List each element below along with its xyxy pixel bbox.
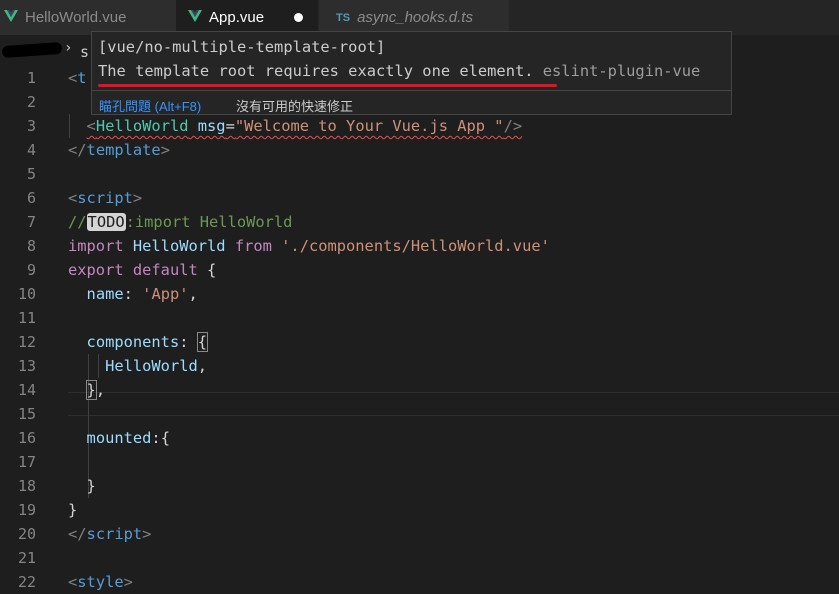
- matching-bracket: }: [85, 380, 97, 400]
- peek-problem-link[interactable]: 瞄孔問題 (Alt+F8): [99, 96, 201, 115]
- vue-logo-icon: [188, 9, 202, 26]
- code-line: //TODO:import HelloWorld: [68, 213, 293, 231]
- code-line: export default {: [68, 261, 217, 279]
- line-number: 7: [26, 213, 36, 231]
- tab-label: async_hooks.d.ts: [357, 9, 473, 26]
- line-number: 17: [17, 453, 36, 471]
- tab-app-vue[interactable]: App.vue: [176, 0, 318, 35]
- line-number: 21: [17, 549, 36, 567]
- line-number: 13: [17, 357, 36, 375]
- todo-highlight: TODO: [86, 213, 126, 231]
- tab-label: App.vue: [209, 9, 265, 26]
- editor-tab-bar: HelloWorld.vue App.vue TS async_hooks.d.…: [0, 0, 839, 35]
- code-line: }: [68, 501, 78, 519]
- code-line: components: {: [86, 332, 209, 352]
- line-number: 11: [17, 309, 36, 327]
- tab-label: HelloWorld.vue: [25, 9, 127, 26]
- matching-bracket: {: [196, 332, 209, 352]
- code-line: </template>: [68, 141, 170, 159]
- code-line: name: 'App',: [86, 285, 198, 303]
- line-number: 22: [17, 573, 36, 591]
- line-number: 6: [26, 189, 36, 207]
- code-line: mounted:{: [86, 429, 170, 447]
- code-line: }: [68, 477, 96, 495]
- lint-message: The template root requires exactly one e…: [98, 62, 700, 80]
- line-number: 15: [17, 405, 36, 423]
- chevron-right-icon: ›: [64, 40, 73, 56]
- line-number: 18: [17, 477, 36, 495]
- code-line: import HelloWorld from './components/Hel…: [68, 237, 550, 255]
- code-line: <HelloWorld msg="Welcome to Your Vue.js …: [86, 117, 523, 135]
- line-number: 16: [17, 429, 36, 447]
- tab-helloworld-vue[interactable]: HelloWorld.vue: [0, 0, 176, 35]
- line-number: 12: [17, 333, 36, 351]
- current-line-highlight: [68, 392, 839, 416]
- line-number: 4: [26, 141, 36, 159]
- hover-status-bar: 瞄孔問題 (Alt+F8) 沒有可用的快速修正: [92, 90, 731, 115]
- code-line: },: [85, 380, 106, 400]
- line-number: 19: [17, 501, 36, 519]
- lint-source: eslint-plugin-vue: [533, 62, 701, 80]
- lint-rule-name: [vue/no-multiple-template-root]: [98, 38, 386, 56]
- lint-message-text: The template root requires exactly one e…: [98, 62, 534, 80]
- ts-file-icon: TS: [336, 11, 351, 24]
- code-line: </script>: [68, 525, 152, 543]
- code-line: <script>: [68, 189, 143, 207]
- line-number: 1: [26, 69, 36, 87]
- line-number: 14: [17, 381, 36, 399]
- line-number: 20: [17, 525, 36, 543]
- line-number: 10: [17, 285, 36, 303]
- code-line: HelloWorld,: [105, 357, 208, 375]
- code-line: <style>: [68, 573, 133, 591]
- line-number: 2: [26, 93, 36, 111]
- unsaved-dot-icon[interactable]: [294, 13, 303, 22]
- annotation-underline: [98, 84, 557, 87]
- code-line: <t: [68, 69, 87, 87]
- line-number: 9: [26, 261, 36, 279]
- code-editor[interactable]: 1 2 3 4 5 6 7 8 9 10 11 12 13 14 15 16 1…: [0, 66, 839, 591]
- breadcrumb-item[interactable]: s: [80, 43, 89, 61]
- lint-hover-tooltip: [vue/no-multiple-template-root] The temp…: [91, 31, 732, 115]
- no-quick-fix-text: 沒有可用的快速修正: [236, 99, 354, 114]
- vue-logo-icon: [4, 9, 18, 26]
- tab-async-hooks[interactable]: TS async_hooks.d.ts: [319, 0, 509, 35]
- line-number: 3: [26, 117, 36, 135]
- line-number: 5: [26, 165, 36, 183]
- line-number: 8: [26, 237, 36, 255]
